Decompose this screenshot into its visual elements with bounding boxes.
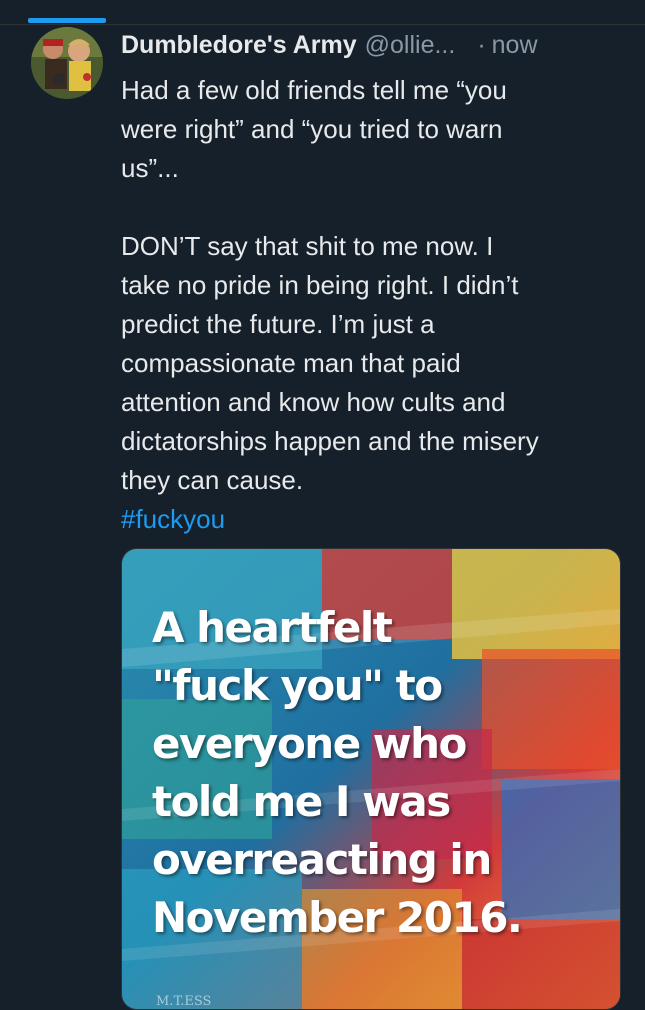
avatar-image (31, 27, 103, 99)
attached-image[interactable]: A heartfelt "fuck you" to everyone who t… (121, 548, 621, 1010)
text-line: they can cause. (121, 465, 304, 495)
active-tab-indicator (28, 18, 106, 23)
hashtag-link[interactable]: #fuckyou (121, 500, 626, 539)
text-line: us”... (121, 153, 179, 183)
tweet-text: Had a few old friends tell me “you were … (121, 71, 626, 539)
text-line: attention and know how cults and (121, 387, 506, 417)
text-line: predict the future. I’m just a (121, 309, 435, 339)
image-text-line: told me I was (152, 777, 451, 826)
image-text-line: A heartfelt (152, 603, 393, 652)
text-line: compassionate man that paid (121, 348, 461, 378)
top-tab-bar (0, 0, 645, 25)
image-watermark: M.T.ESS (156, 994, 212, 1009)
display-name[interactable]: Dumbledore's Army (121, 31, 357, 60)
tweet-header: Dumbledore's Army @ollie... · now (121, 31, 621, 67)
text-line: Had a few old friends tell me “you (121, 75, 507, 105)
avatar[interactable] (31, 27, 103, 99)
user-handle[interactable]: @ollie... (365, 31, 456, 60)
text-line: take no pride in being right. I didn’t (121, 270, 519, 300)
image-text-line: overreacting in (152, 835, 492, 884)
tweet[interactable]: Dumbledore's Army @ollie... · now Had a … (0, 25, 645, 1010)
text-line: DON’T say that shit to me now. I (121, 231, 494, 261)
image-text-line: everyone who (152, 719, 467, 768)
text-line: were right” and “you tried to warn (121, 114, 503, 144)
timestamp[interactable]: now (492, 31, 538, 60)
text-line: dictatorships happen and the misery (121, 426, 539, 456)
image-text-line: November 2016. (152, 893, 523, 942)
image-caption-text: A heartfelt "fuck you" to everyone who t… (152, 599, 612, 947)
separator-dot: · (477, 31, 486, 59)
image-text-line: "fuck you" to (152, 661, 443, 710)
